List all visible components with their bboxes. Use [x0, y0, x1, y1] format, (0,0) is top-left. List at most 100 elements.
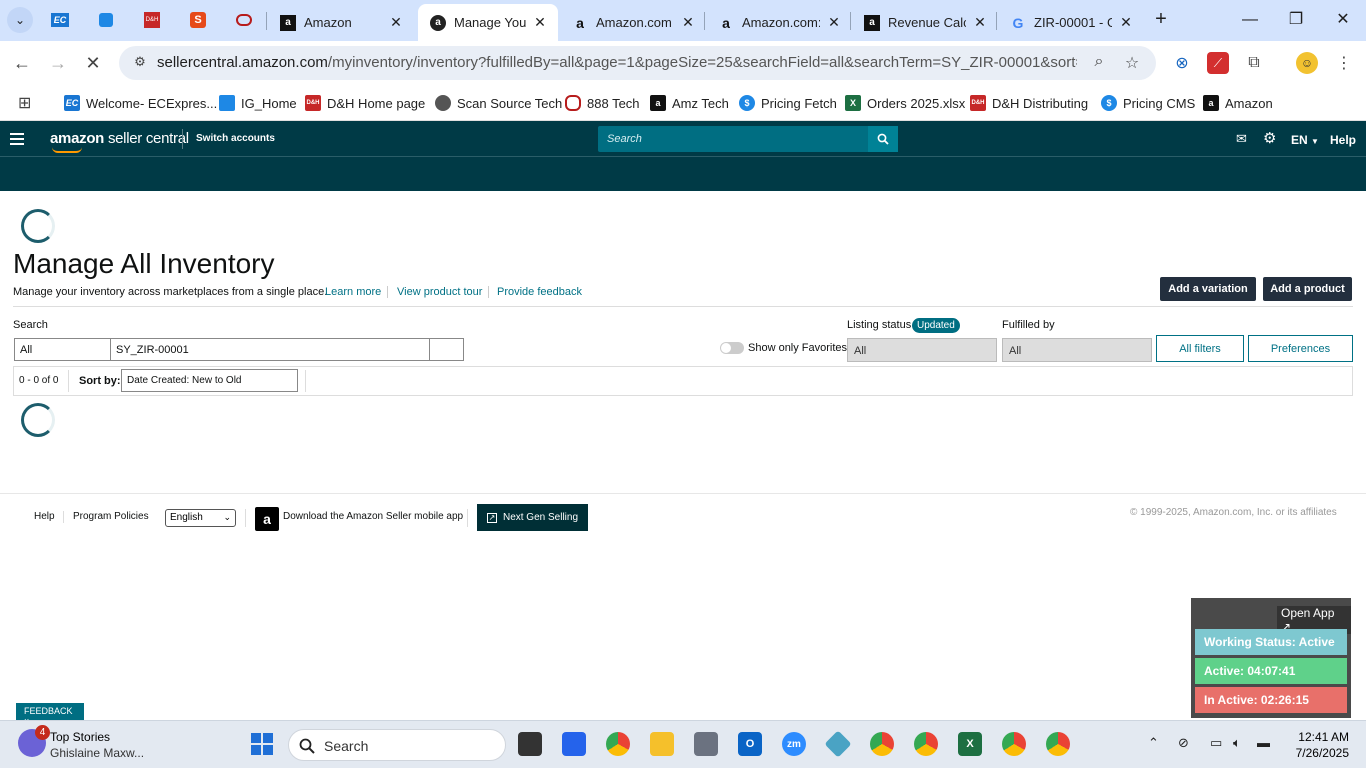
pinned-tab-scansource[interactable]: S — [185, 8, 211, 32]
bookmark-scan-source[interactable]: Scan Source Tech — [435, 93, 562, 113]
bookmark-ig-home[interactable]: IG_Home — [219, 93, 297, 113]
bookmark-amazon[interactable]: a Amazon — [1203, 93, 1273, 113]
file-explorer-icon[interactable] — [650, 732, 674, 756]
pinned-tab-888[interactable] — [231, 8, 257, 32]
feedback-tab[interactable]: FEEDBACK × — [16, 703, 84, 726]
bookmark-dh-distributing[interactable]: D&H D&H Distributing — [970, 93, 1088, 113]
chrome-profile-icon[interactable] — [870, 732, 894, 756]
zoom-app-icon[interactable]: zm — [782, 732, 806, 756]
extension-icon[interactable]: ⊗ — [1171, 52, 1193, 74]
url-text[interactable]: sellercentral.amazon.com/myinventory/inv… — [157, 54, 1077, 71]
add-variation-button[interactable]: Add a variation — [1160, 277, 1256, 301]
close-tab-icon[interactable]: ✕ — [826, 14, 842, 31]
news-subtitle[interactable]: Ghislaine Maxw... — [50, 746, 144, 760]
next-gen-selling-button[interactable]: ↗ Next Gen Selling — [477, 504, 588, 531]
forward-arrow-icon[interactable]: → — [46, 51, 70, 75]
minimize-icon[interactable]: — — [1238, 8, 1262, 32]
chrome-profile-icon[interactable] — [1046, 732, 1070, 756]
close-tab-icon[interactable]: ✕ — [532, 14, 548, 31]
chrome-menu-icon[interactable]: ⋮ — [1333, 52, 1355, 74]
tab-google-search[interactable]: G ZIR-00001 - G ✕ — [998, 4, 1144, 41]
close-tab-icon[interactable]: ✕ — [680, 14, 696, 31]
sort-by-select[interactable]: Date Created: New to Old — [121, 369, 298, 392]
stop-loading-icon[interactable]: ✕ — [81, 51, 105, 75]
footer-language-select[interactable]: English ⌄ — [165, 509, 236, 527]
address-bar[interactable]: ⚙ sellercentral.amazon.com/myinventory/i… — [119, 46, 1156, 80]
seller-central-logo[interactable]: amazon seller central — [50, 130, 189, 153]
search-submit-button[interactable] — [429, 338, 464, 361]
chrome-profile-icon[interactable] — [1002, 732, 1026, 756]
bookmark-888-tech[interactable]: 888 Tech — [565, 93, 640, 113]
program-policies-link[interactable]: Program Policies — [73, 511, 149, 522]
news-widget-icon[interactable]: 4 — [18, 725, 50, 757]
site-info-icon[interactable]: ⚙ — [131, 54, 149, 72]
pinned-tab-ecexpress[interactable]: EC — [47, 8, 73, 32]
outlook-icon[interactable]: O — [738, 732, 762, 756]
tab-amazon-2[interactable]: a Amazon.com ✕ — [560, 4, 706, 41]
windows-start-icon[interactable] — [250, 732, 274, 756]
extensions-puzzle-icon[interactable]: ⧉ — [1243, 52, 1265, 74]
bookmark-dh-home[interactable]: D&H D&H Home page — [305, 93, 425, 113]
hamburger-menu-icon[interactable] — [10, 133, 24, 145]
chrome-active-icon[interactable] — [914, 732, 938, 756]
header-help-link[interactable]: Help — [1330, 133, 1356, 147]
tab-search-chevron-icon[interactable]: ⌄ — [7, 7, 33, 33]
fulfilled-by-select[interactable]: All — [1002, 338, 1152, 362]
tab-amazon-3[interactable]: a Amazon.com: ✕ — [706, 4, 852, 41]
bookmark-amz-tech[interactable]: a Amz Tech — [650, 93, 729, 113]
learn-more-link[interactable]: Learn more — [325, 286, 381, 298]
task-view-icon[interactable] — [518, 732, 542, 756]
add-product-button[interactable]: Add a product — [1263, 277, 1352, 301]
chrome-icon[interactable] — [606, 732, 630, 756]
header-search-button[interactable] — [868, 126, 898, 152]
apps-grid-icon[interactable]: ⊞ — [18, 93, 31, 113]
header-search-input[interactable]: Search — [607, 133, 642, 145]
download-app-link[interactable]: Download the Amazon Seller mobile app — [283, 511, 463, 522]
store-icon[interactable] — [562, 732, 586, 756]
bookmark-star-icon[interactable]: ☆ — [1122, 53, 1142, 73]
search-field-select[interactable]: All — [14, 338, 111, 361]
battery-icon[interactable]: ▬ — [1257, 735, 1270, 750]
close-tab-icon[interactable]: ✕ — [388, 14, 404, 31]
volume-icon[interactable]: 🔈︎ — [1233, 735, 1241, 751]
excel-icon[interactable]: X — [958, 732, 982, 756]
bookmark-pricing-cms[interactable]: $ Pricing CMS — [1101, 93, 1195, 113]
zoom-icon[interactable]: ⌕ — [1089, 53, 1109, 73]
tray-app-icon[interactable]: ⊘ — [1178, 735, 1189, 751]
mail-icon[interactable]: ✉ — [1236, 131, 1247, 147]
all-filters-button[interactable]: All filters — [1156, 335, 1244, 362]
bookmark-ecexpress[interactable]: EC Welcome- ECExpres... — [64, 93, 217, 113]
network-icon[interactable]: ▭ — [1210, 735, 1222, 751]
search-input[interactable]: SY_ZIR-00001 — [110, 338, 430, 361]
tab-manage-inventory[interactable]: a Manage Your ✕ — [418, 4, 558, 41]
news-title[interactable]: Top Stories — [50, 730, 110, 744]
listing-status-select[interactable]: All — [847, 338, 997, 362]
header-search[interactable]: Search — [598, 126, 898, 152]
tab-revenue-calculator[interactable]: a Revenue Calcu ✕ — [852, 4, 998, 41]
bookmark-orders-2025[interactable]: X Orders 2025.xlsx — [845, 93, 965, 113]
app-diamond-icon[interactable] — [824, 730, 852, 758]
view-product-tour-link[interactable]: View product tour — [397, 286, 482, 298]
preferences-button[interactable]: Preferences — [1248, 335, 1353, 362]
language-selector[interactable]: EN ▼ — [1291, 133, 1319, 147]
pinned-tab-ig[interactable] — [93, 8, 119, 32]
taskbar-clock[interactable]: 12:41 AM 7/26/2025 — [1285, 729, 1349, 761]
gear-icon[interactable]: ⚙ — [1263, 129, 1276, 147]
close-tab-icon[interactable]: ✕ — [972, 14, 988, 31]
close-tab-icon[interactable]: ✕ — [1118, 14, 1134, 31]
new-tab-plus-icon[interactable]: + — [1149, 8, 1173, 32]
switch-accounts-link[interactable]: Switch accounts — [196, 133, 275, 144]
tab-amazon-1[interactable]: a Amazon ✕ — [268, 4, 414, 41]
footer-help-link[interactable]: Help — [34, 511, 55, 522]
taskbar-search[interactable]: Search — [288, 729, 506, 761]
close-window-icon[interactable]: ✕ — [1331, 8, 1355, 32]
pdf-extension-icon[interactable]: ⟋ — [1207, 52, 1229, 74]
restore-icon[interactable]: ❐ — [1284, 8, 1308, 32]
pinned-tab-dh[interactable]: D&H — [139, 8, 165, 32]
amazon-app-icon[interactable]: a — [255, 507, 279, 531]
profile-avatar[interactable]: ☺ — [1296, 52, 1318, 74]
calculator-icon[interactable] — [694, 732, 718, 756]
provide-feedback-link[interactable]: Provide feedback — [497, 286, 582, 298]
back-arrow-icon[interactable]: ← — [10, 51, 34, 75]
bookmark-pricing-fetch[interactable]: $ Pricing Fetch — [739, 93, 837, 113]
